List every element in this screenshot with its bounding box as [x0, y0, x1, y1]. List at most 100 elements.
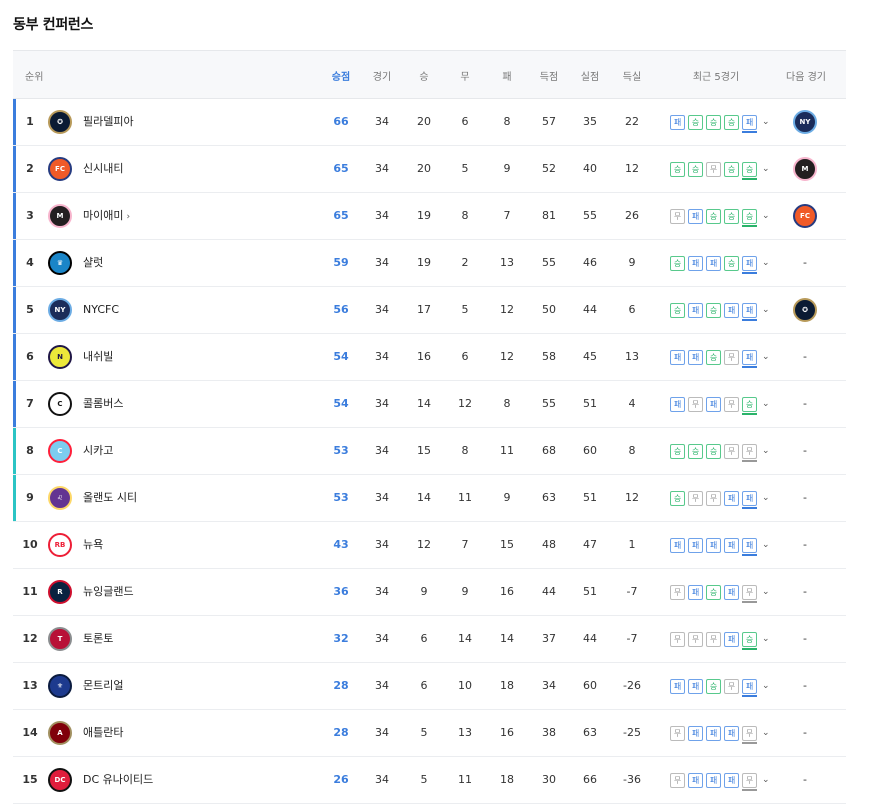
recent-form[interactable]: 무 패 승 승 승 ⌄ [670, 207, 770, 227]
header-draws[interactable]: 무 [460, 68, 469, 83]
team-name[interactable]: 뉴잉글랜드 [83, 569, 134, 615]
result-badge: 패 [706, 537, 721, 553]
chevron-down-icon[interactable]: ⌄ [762, 587, 770, 597]
chevron-down-icon[interactable]: ⌄ [762, 493, 770, 503]
team-name[interactable]: 샬럿 [83, 240, 103, 286]
recent-form[interactable]: 승 패 승 패 패 ⌄ [670, 301, 770, 321]
recent-form[interactable]: 승 무 무 패 패 ⌄ [670, 489, 770, 509]
chevron-down-icon[interactable]: ⌄ [762, 117, 770, 127]
result-badge: 승 [670, 302, 685, 318]
team-name-text: 뉴잉글랜드 [83, 585, 134, 598]
table-row[interactable]: 2 FC 신시내티 65 34 20 5 9 52 40 12 승 승 무 승 승 ⌄ M [13, 146, 846, 193]
table-row[interactable]: 13 ⚜ 몬트리얼 28 34 6 10 18 34 60 -26 패 패 승 무 패 ⌄ - [13, 663, 846, 710]
chevron-down-icon[interactable]: ⌄ [762, 258, 770, 268]
recent-form[interactable]: 무 무 무 패 승 ⌄ [670, 630, 770, 650]
team-name[interactable]: 애틀란타 [83, 710, 123, 756]
table-row[interactable]: 4 ♛ 샬럿 59 34 19 2 13 55 46 9 승 패 패 승 패 ⌄ - [13, 240, 846, 287]
header-losses[interactable]: 패 [502, 68, 511, 83]
header-played[interactable]: 경기 [373, 68, 391, 83]
recent-form[interactable]: 승 승 무 승 승 ⌄ [670, 160, 770, 180]
result-badge: 승 [742, 208, 757, 227]
team-name[interactable]: NYCFC [83, 287, 119, 333]
chevron-down-icon[interactable]: ⌄ [762, 540, 770, 550]
team-rank: 4 [26, 256, 34, 269]
chevron-down-icon[interactable]: ⌄ [762, 305, 770, 315]
table-row[interactable]: 9 ♌ 올랜도 시티 53 34 14 11 9 63 51 12 승 무 무 패 패 ⌄ - [13, 475, 846, 522]
no-next-match: - [803, 350, 807, 363]
table-row[interactable]: 10 RB 뉴욕 43 34 12 7 15 48 47 1 패 패 패 패 패 ⌄ - [13, 522, 846, 569]
chevron-down-icon[interactable]: ⌄ [762, 399, 770, 409]
recent-form[interactable]: 승 승 승 무 무 ⌄ [670, 442, 770, 462]
team-name[interactable]: 마이애미 › [83, 193, 130, 240]
result-badge: 패 [724, 631, 739, 647]
recent-form[interactable]: 패 승 승 승 패 ⌄ [670, 113, 770, 133]
goal-difference: -25 [623, 726, 641, 739]
team-name[interactable]: 필라델피아 [83, 99, 134, 145]
header-goal-difference[interactable]: 득실 [623, 68, 641, 83]
table-row[interactable]: 7 C 콜롬버스 54 34 14 12 8 55 51 4 패 무 패 무 승 ⌄ - [13, 381, 846, 428]
result-badge: 무 [706, 161, 721, 177]
team-name[interactable]: 뉴욕 [83, 522, 103, 568]
team-name[interactable]: 토론토 [83, 616, 113, 662]
wins: 19 [417, 209, 431, 222]
goals-for: 48 [542, 538, 556, 551]
table-row[interactable]: 15 DC DC 유나이티드 26 34 5 11 18 30 66 -36 무 패 패 패 무 ⌄ - [13, 757, 846, 804]
recent-form[interactable]: 무 패 승 패 무 ⌄ [670, 583, 770, 603]
recent-form[interactable]: 패 패 승 무 패 ⌄ [670, 677, 770, 697]
result-badge: 승 [688, 114, 703, 130]
chevron-down-icon[interactable]: ⌄ [762, 211, 770, 221]
chevron-down-icon[interactable]: ⌄ [762, 634, 770, 644]
goals-against: 66 [583, 773, 597, 786]
chevron-down-icon[interactable]: ⌄ [762, 681, 770, 691]
atlanta-united-logo: A [48, 721, 72, 745]
result-badge: 승 [724, 208, 739, 224]
team-rank: 1 [26, 115, 34, 128]
result-badge: 승 [670, 490, 685, 506]
team-points: 59 [333, 256, 349, 269]
result-badge: 패 [742, 255, 757, 274]
no-next-match: - [803, 726, 807, 739]
goals-against: 45 [583, 350, 597, 363]
team-name[interactable]: 내쉬빌 [83, 334, 113, 380]
team-name[interactable]: 시카고 [83, 428, 113, 474]
goal-difference: 8 [628, 444, 636, 457]
recent-form[interactable]: 패 무 패 무 승 ⌄ [670, 395, 770, 415]
losses: 9 [503, 162, 511, 175]
header-points[interactable]: 승점 [332, 68, 350, 83]
header-goals-against[interactable]: 실점 [581, 68, 599, 83]
team-name[interactable]: 올랜도 시티 [83, 475, 137, 521]
wins: 6 [420, 679, 428, 692]
table-row[interactable]: 8 C 시카고 53 34 15 8 11 68 60 8 승 승 승 무 무 ⌄ - [13, 428, 846, 475]
result-badge: 패 [670, 349, 685, 365]
result-badge: 무 [670, 725, 685, 741]
goals-against: 35 [583, 115, 597, 128]
table-row[interactable]: 3 M 마이애미 › 65 34 19 8 7 81 55 26 무 패 승 승 승 ⌄ FC [13, 193, 846, 240]
table-row[interactable]: 5 NY NYCFC 56 34 17 5 12 50 44 6 승 패 승 패 패 ⌄ ✪ [13, 287, 846, 334]
header-wins[interactable]: 승 [419, 68, 428, 83]
team-name[interactable]: 몬트리얼 [83, 663, 123, 709]
recent-form[interactable]: 무 패 패 패 무 ⌄ [670, 771, 770, 791]
chevron-down-icon[interactable]: ⌄ [762, 446, 770, 456]
table-row[interactable]: 12 T 토론토 32 34 6 14 14 37 44 -7 무 무 무 패 승 ⌄ - [13, 616, 846, 663]
recent-form[interactable]: 패 패 패 패 패 ⌄ [670, 536, 770, 556]
table-row[interactable]: 14 A 애틀란타 28 34 5 13 16 38 63 -25 무 패 패 패 무 ⌄ - [13, 710, 846, 757]
chevron-down-icon[interactable]: ⌄ [762, 775, 770, 785]
recent-form[interactable]: 무 패 패 패 무 ⌄ [670, 724, 770, 744]
header-goals-for[interactable]: 득점 [540, 68, 558, 83]
result-badge: 무 [670, 772, 685, 788]
chevron-down-icon[interactable]: ⌄ [762, 164, 770, 174]
team-name-text: 신시내티 [83, 162, 124, 175]
result-badge: 패 [742, 537, 757, 556]
wins: 9 [420, 585, 428, 598]
team-name[interactable]: DC 유나이티드 [83, 757, 153, 803]
table-row[interactable]: 6 N 내쉬빌 54 34 16 6 12 58 45 13 패 패 승 무 패 ⌄ - [13, 334, 846, 381]
table-row[interactable]: 11 R 뉴잉글랜드 36 34 9 9 16 44 51 -7 무 패 승 패 무 ⌄ - [13, 569, 846, 616]
team-name[interactable]: 콜롬버스 [83, 381, 123, 427]
wins: 14 [417, 397, 431, 410]
chevron-down-icon[interactable]: ⌄ [762, 728, 770, 738]
recent-form[interactable]: 승 패 패 승 패 ⌄ [670, 254, 770, 274]
chevron-down-icon[interactable]: ⌄ [762, 352, 770, 362]
recent-form[interactable]: 패 패 승 무 패 ⌄ [670, 348, 770, 368]
table-row[interactable]: 1 ✪ 필라델피아 66 34 20 6 8 57 35 22 패 승 승 승 패 ⌄ NY [13, 99, 846, 146]
team-name[interactable]: 신시내티 [83, 146, 123, 192]
